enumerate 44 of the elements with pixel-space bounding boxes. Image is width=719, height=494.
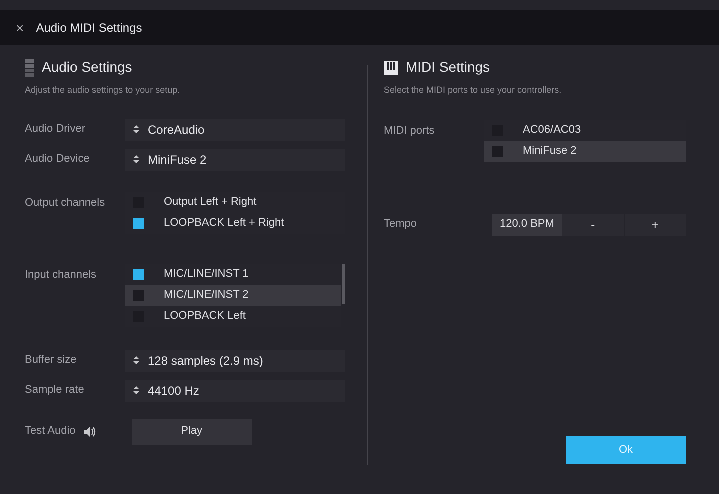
meter-icon: [25, 58, 34, 76]
channel-name: MIC/LINE/INST 1: [164, 266, 249, 282]
field-label: Test Audio: [25, 424, 76, 440]
dropdown[interactable]: CoreAudio: [125, 118, 345, 140]
increment-button[interactable]: +: [624, 214, 686, 236]
scrollbar[interactable]: [342, 264, 345, 304]
checkbox[interactable]: [133, 268, 144, 280]
field-label: Input channels: [25, 268, 98, 282]
section-description: Select the MIDI ports to use your controllers.: [384, 84, 563, 97]
dropdown[interactable]: MiniFuse 2: [125, 148, 345, 170]
field-label: Output channels: [25, 196, 106, 210]
field-label: Audio Device: [25, 152, 91, 168]
checkbox[interactable]: [492, 146, 503, 156]
piano-keys-icon: [384, 60, 398, 74]
channel-row[interactable]: MiniFuse 2: [484, 140, 686, 162]
tempo-field[interactable]: 120.0 BPM: [492, 214, 562, 236]
play-button[interactable]: Play: [132, 418, 252, 444]
dropdown-arrows-icon: [133, 125, 140, 134]
checkbox[interactable]: [133, 290, 144, 300]
dropdown[interactable]: 128 samples (2.9 ms): [125, 350, 345, 372]
channel-row[interactable]: MIC/LINE/INST 2: [125, 284, 341, 306]
window-title: Audio MIDI Settings: [36, 20, 142, 36]
section-description: Adjust the audio settings to your setup.: [25, 84, 182, 97]
field-label: MIDI ports: [384, 124, 436, 138]
channel-name: MiniFuse 2: [523, 144, 577, 159]
dropdown[interactable]: 44100 Hz: [125, 380, 345, 402]
dropdown-arrows-icon: [133, 155, 140, 164]
field-label: Tempo: [384, 217, 418, 232]
dropdown-arrows-icon: [133, 386, 140, 395]
checkbox[interactable]: [133, 218, 144, 228]
channel-name: LOOPBACK Left + Right: [164, 216, 284, 231]
channel-name: MIC/LINE/INST 2: [164, 288, 249, 303]
field-label: Sample rate: [25, 383, 86, 398]
channel-name: LOOPBACK Left: [164, 308, 246, 324]
dropdown-arrows-icon: [133, 356, 140, 365]
speaker-icon: [84, 426, 96, 436]
close-button[interactable]: ×: [16, 20, 24, 34]
channel-name: Output Left + Right: [164, 194, 257, 210]
section-heading: Audio Settings: [42, 58, 132, 77]
section-heading: MIDI Settings: [406, 58, 490, 77]
field-label: Audio Driver: [25, 122, 87, 138]
channel-name: AC06/AC03: [523, 122, 582, 138]
field-label: Buffer size: [25, 353, 78, 368]
decrement-button[interactable]: -: [562, 214, 624, 236]
